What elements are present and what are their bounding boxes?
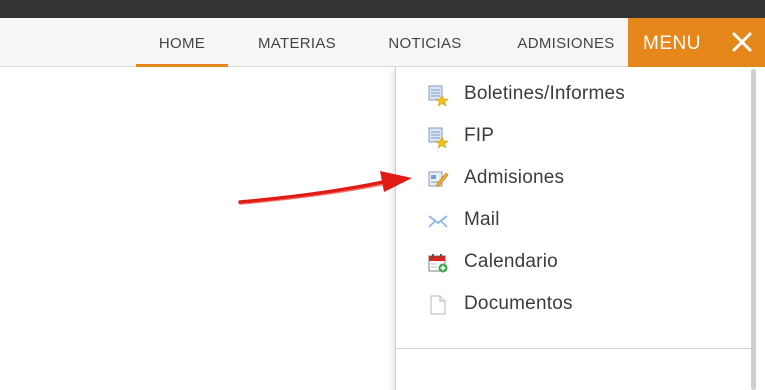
menu-item-label: Documentos xyxy=(464,293,573,314)
menu-item-label: Mail xyxy=(464,209,500,230)
nav-item-home[interactable]: HOME xyxy=(136,18,228,67)
menu-dropdown: Boletines/Informes FIP Admisiones Mail C… xyxy=(395,67,756,390)
edit-form-icon xyxy=(428,171,449,187)
menu-item-documentos[interactable]: Documentos xyxy=(396,286,746,322)
menu-item-label: Calendario xyxy=(464,251,558,272)
menu-item-label: Boletines/Informes xyxy=(464,83,625,104)
dropdown-scrollbar[interactable] xyxy=(751,69,756,390)
menu-toggle-button[interactable]: MENU xyxy=(628,18,765,67)
menu-item-fip[interactable]: FIP xyxy=(396,118,746,154)
red-arrow-annotation xyxy=(238,171,412,205)
nav-item-materias[interactable]: MATERIAS xyxy=(238,18,356,67)
menu-divider xyxy=(396,348,751,349)
menu-item-mail[interactable]: Mail xyxy=(396,202,746,238)
nav-item-admisiones[interactable]: ADMISIONES xyxy=(494,18,638,67)
nav-item-noticias[interactable]: NOTICIAS xyxy=(366,18,484,67)
main-nav: HOME MATERIAS NOTICIAS ADMISIONES MENU xyxy=(0,18,765,67)
menu-item-admisiones[interactable]: Admisiones xyxy=(396,160,746,196)
menu-item-label: FIP xyxy=(464,125,495,146)
menu-item-calendario[interactable]: Calendario xyxy=(396,244,746,280)
mail-icon xyxy=(428,215,448,228)
report-star-icon xyxy=(428,127,449,148)
close-icon[interactable] xyxy=(731,31,753,53)
calendar-icon xyxy=(428,254,448,273)
menu-item-boletines[interactable]: Boletines/Informes xyxy=(396,76,746,112)
top-bar xyxy=(0,0,765,18)
menu-label: MENU xyxy=(643,33,701,54)
document-icon xyxy=(430,295,446,315)
page: HOME MATERIAS NOTICIAS ADMISIONES MENU B… xyxy=(0,0,765,390)
menu-item-label: Admisiones xyxy=(464,167,565,188)
report-star-icon xyxy=(428,85,449,106)
